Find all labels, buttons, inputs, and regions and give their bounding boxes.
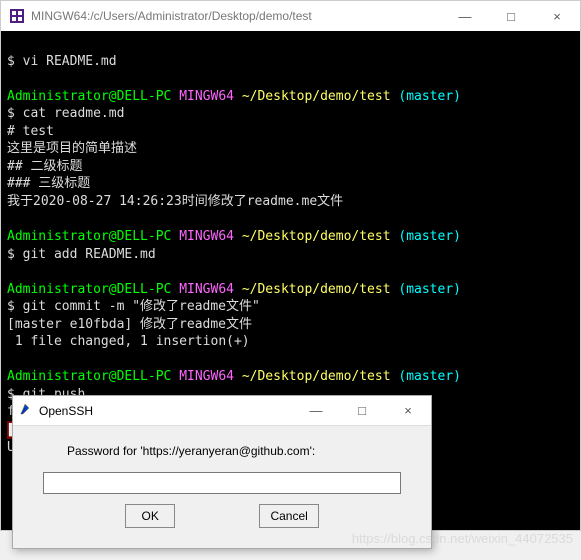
window-title: MINGW64:/c/Users/Administrator/Desktop/d… bbox=[31, 9, 312, 23]
feather-icon bbox=[19, 402, 33, 419]
cancel-button[interactable]: Cancel bbox=[259, 504, 318, 528]
password-label: Password for 'https://yeranyeran@github.… bbox=[43, 444, 401, 458]
cmd-line: $ vi README.md bbox=[7, 54, 117, 69]
output-line: 我于2020-08-27 14:26:23时间修改了readme.me文件 bbox=[7, 194, 343, 209]
output-line: 1 file changed, 1 insertion(+) bbox=[7, 334, 250, 349]
cmd-line: $ git add README.md bbox=[7, 247, 156, 262]
dialog-title: OpenSSH bbox=[39, 404, 93, 418]
prompt-sys: MINGW64 bbox=[179, 369, 234, 384]
prompt-path: ~/Desktop/demo/test bbox=[242, 89, 391, 104]
app-icon bbox=[9, 8, 25, 24]
prompt-branch: (master) bbox=[398, 229, 461, 244]
output-line: [master e10fbda] 修改了readme文件 bbox=[7, 317, 252, 332]
minimize-button[interactable]: — bbox=[442, 1, 488, 31]
prompt-sys: MINGW64 bbox=[179, 282, 234, 297]
cmd-line: $ git commit -m "修改了readme文件" bbox=[7, 299, 260, 314]
close-button[interactable]: × bbox=[534, 1, 580, 31]
prompt-branch: (master) bbox=[398, 369, 461, 384]
titlebar[interactable]: MINGW64:/c/Users/Administrator/Desktop/d… bbox=[1, 1, 580, 31]
prompt-user: Administrator@DELL-PC bbox=[7, 89, 171, 104]
prompt-user: Administrator@DELL-PC bbox=[7, 282, 171, 297]
prompt-user: Administrator@DELL-PC bbox=[7, 369, 171, 384]
prompt-path: ~/Desktop/demo/test bbox=[242, 282, 391, 297]
prompt-sys: MINGW64 bbox=[179, 229, 234, 244]
password-dialog: OpenSSH — □ × Password for 'https://yera… bbox=[12, 395, 432, 549]
dialog-maximize-button[interactable]: □ bbox=[339, 396, 385, 426]
output-line: ## 二级标题 bbox=[7, 159, 82, 174]
prompt-path: ~/Desktop/demo/test bbox=[242, 229, 391, 244]
password-input[interactable] bbox=[43, 472, 401, 494]
prompt-path: ~/Desktop/demo/test bbox=[242, 369, 391, 384]
prompt-user: Administrator@DELL-PC bbox=[7, 229, 171, 244]
output-line: ### 三级标题 bbox=[7, 176, 90, 191]
dialog-body: Password for 'https://yeranyeran@github.… bbox=[13, 426, 431, 548]
cmd-line: $ cat readme.md bbox=[7, 106, 124, 121]
dialog-titlebar[interactable]: OpenSSH — □ × bbox=[13, 396, 431, 426]
output-line: 这里是项目的简单描述 bbox=[7, 141, 137, 156]
dialog-close-button[interactable]: × bbox=[385, 396, 431, 426]
maximize-button[interactable]: □ bbox=[488, 1, 534, 31]
output-line: # test bbox=[7, 124, 54, 139]
prompt-sys: MINGW64 bbox=[179, 89, 234, 104]
prompt-branch: (master) bbox=[398, 89, 461, 104]
prompt-branch: (master) bbox=[398, 282, 461, 297]
ok-button[interactable]: OK bbox=[125, 504, 175, 528]
watermark: https://blog.csdn.net/weixin_44072535 bbox=[352, 531, 573, 546]
dialog-minimize-button[interactable]: — bbox=[293, 396, 339, 426]
